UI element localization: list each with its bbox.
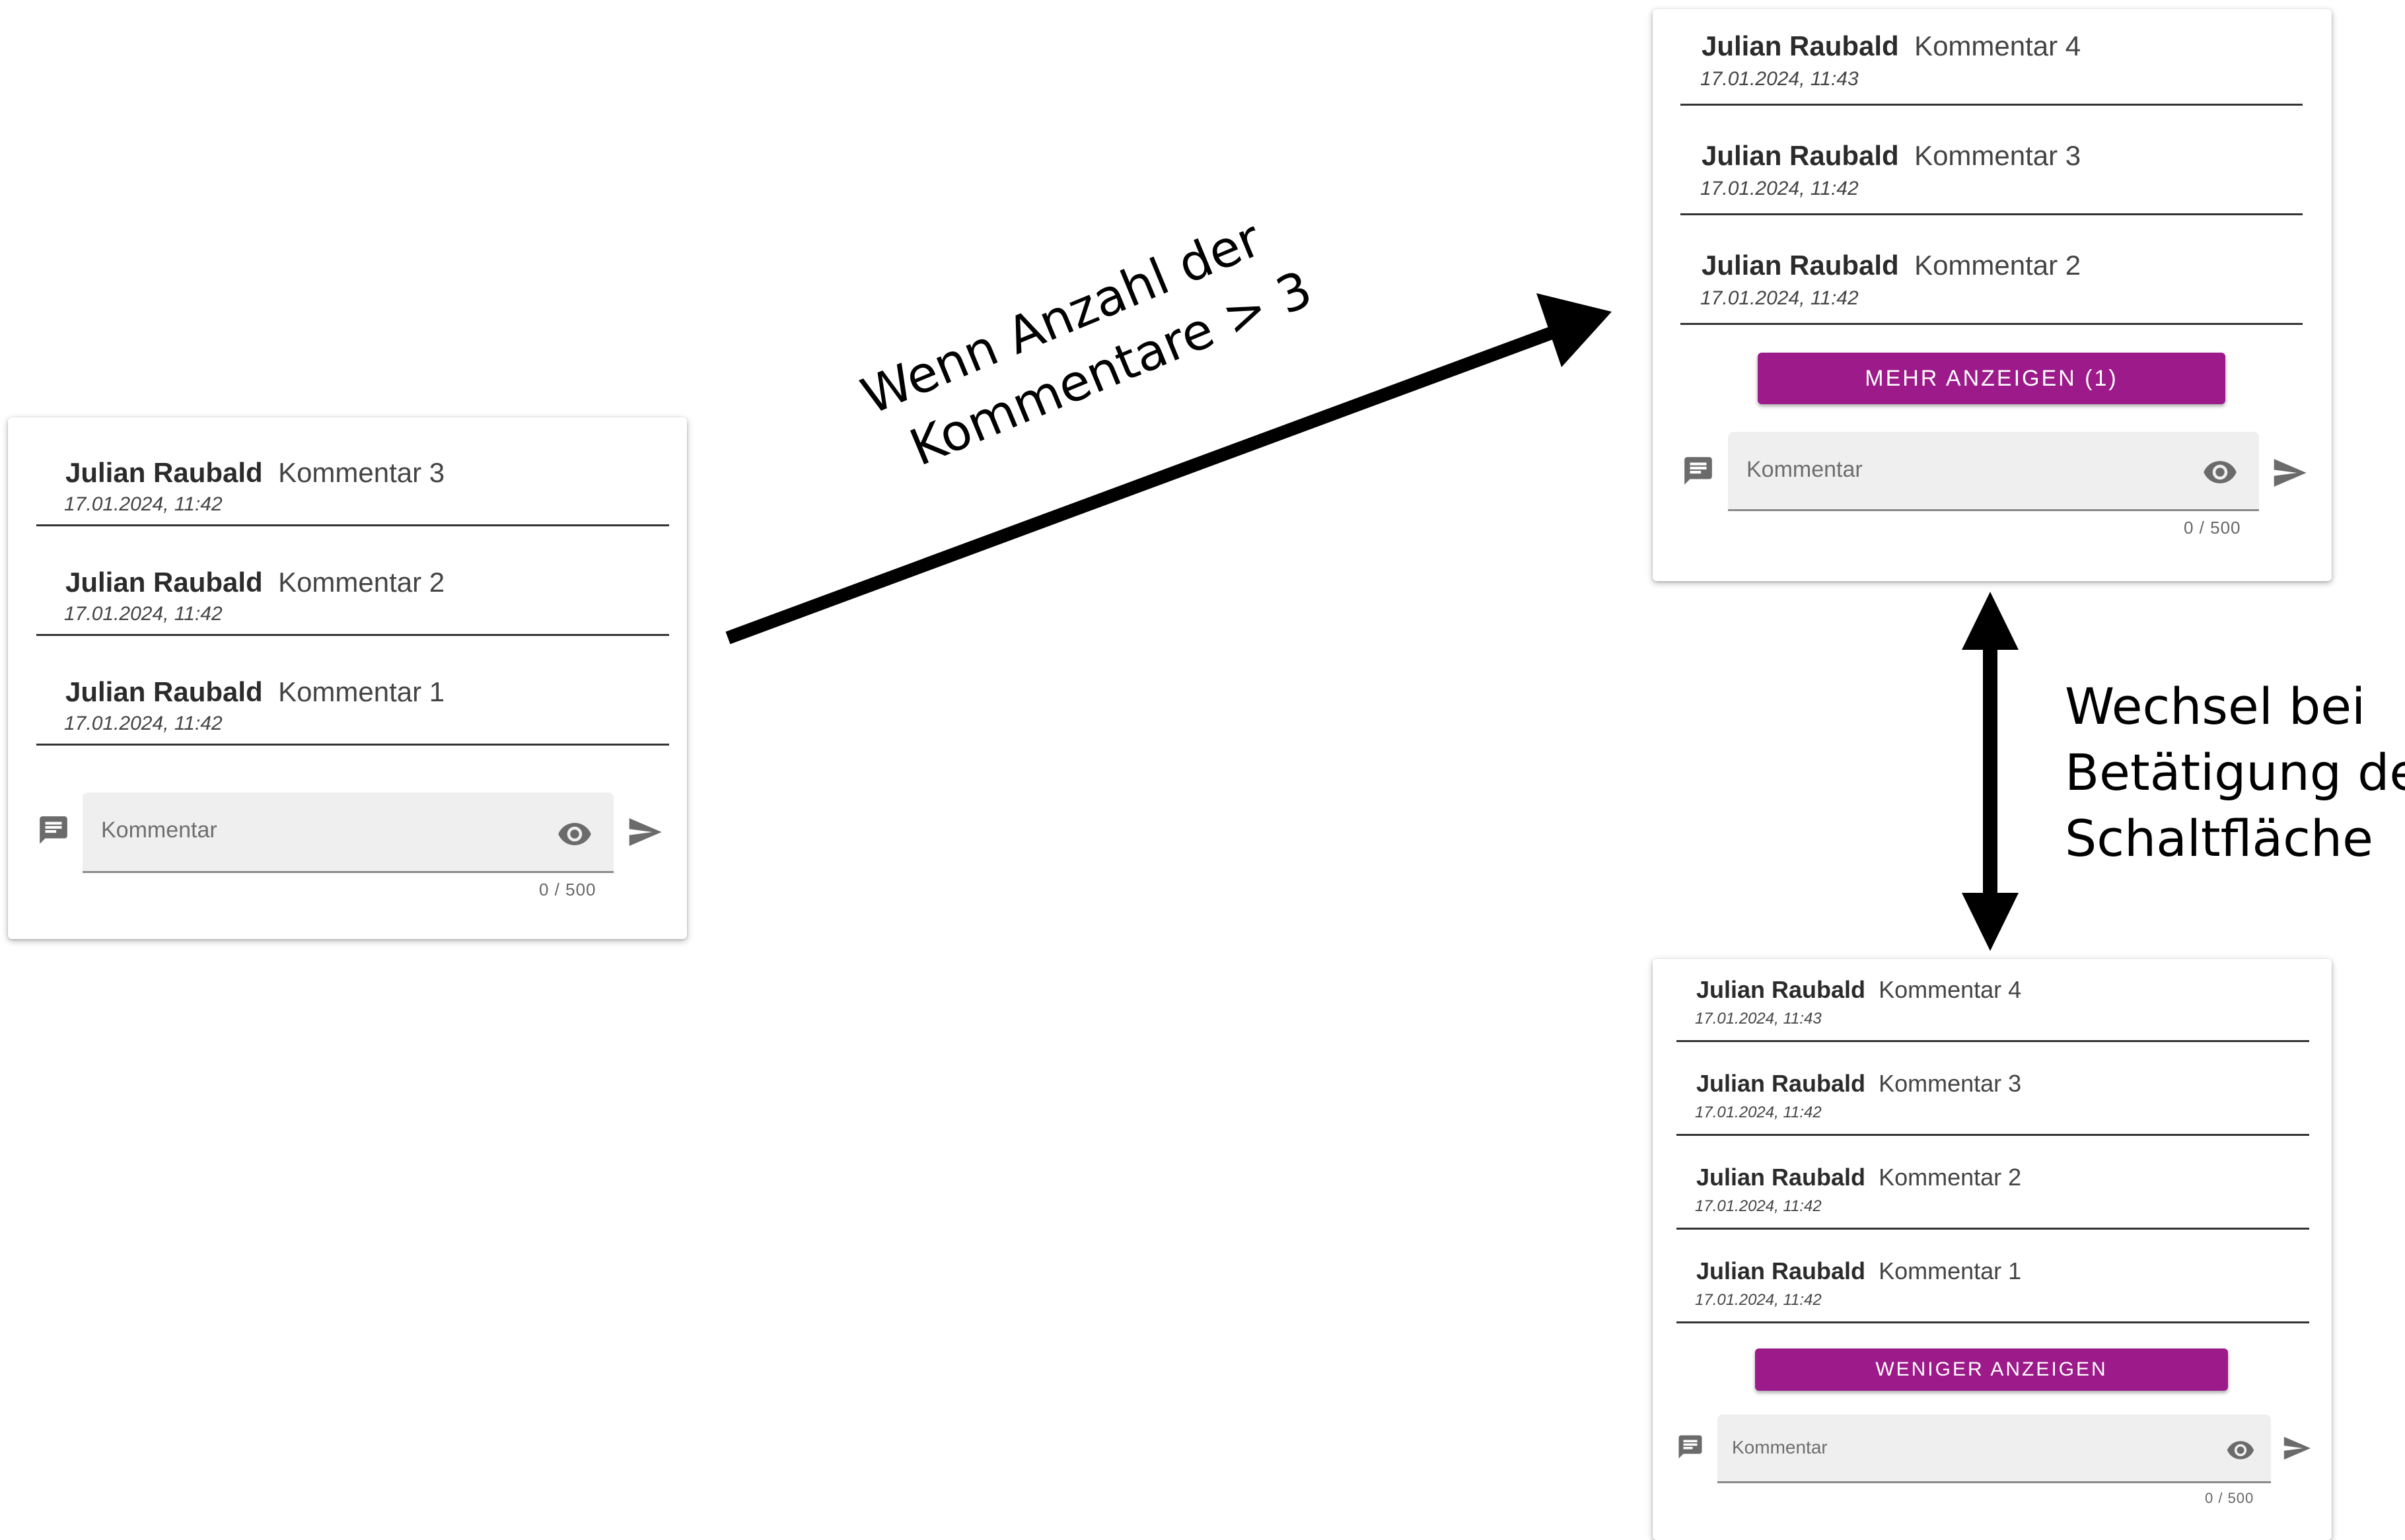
toggle-label: Wechsel bei Betätigung der Schaltfläche — [2065, 674, 2405, 872]
toggle-label-line1: Wechsel bei — [2065, 677, 2366, 736]
toggle-label-line2: Betätigung der — [2065, 743, 2405, 802]
toggle-label-line3: Schaltfläche — [2065, 809, 2373, 868]
